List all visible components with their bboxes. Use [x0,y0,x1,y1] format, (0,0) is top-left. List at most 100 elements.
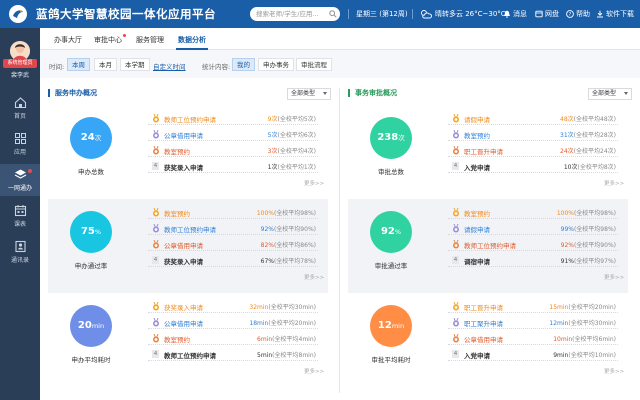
sidebar-item-label: 首页 [13,113,26,120]
download-button[interactable]: 软件下载 [596,9,634,19]
logo[interactable] [8,4,28,24]
ranking-row[interactable]: 公章借用申请 82%(全校平均86%) [148,237,318,251]
item-count: 5min [257,352,273,359]
sidebar-item-home[interactable]: 首页 [0,92,40,124]
ranking-row[interactable]: 请假申请 99%(全校平均98%) [448,221,618,235]
divider [412,9,413,19]
search-input[interactable]: 搜索老师/学生/应用... [250,7,340,21]
tab-data-analysis[interactable]: 数据分析 [176,35,208,50]
item-value: 5次(全校平均6次) [268,130,316,139]
dashboard-panel: 服务申办概况 全部类型 事务审批概况 全部类型 24次 申办总数 教师工位预约申请 9… [40,78,640,400]
item-name: 请假申请 [464,226,490,234]
ranking-row[interactable]: 教师工位预约申请 9次(全校平均5次) [148,111,318,125]
sidebar-item-label: 课表 [13,221,26,228]
stat-value: 75 [80,226,95,237]
more-link[interactable]: 更多>> [304,273,324,281]
ranking-row[interactable]: 4 入党申请 10次(全校平均8次) [448,159,618,173]
item-value: 67%(全校平均78%) [261,256,316,265]
stat-unit: 次 [398,134,405,142]
ranking-row[interactable]: 公章借用申请 10min(全校平均6min) [448,331,618,345]
ranking-row[interactable]: 教室预约 3次(全校平均4次) [148,143,318,157]
item-name: 公章借用申请 [164,320,203,328]
stat-value: 20 [77,320,92,331]
item-count: 91% [560,258,574,265]
ranking-row[interactable]: 职工聚升申请 12min(全校平均30min) [448,315,618,329]
item-count: 9min [553,352,569,359]
tab-service-management[interactable]: 服务管理 [136,35,164,45]
filter-this-week[interactable]: 本周 [67,58,90,71]
ranking-row[interactable]: 职工晋升申请 24次(全校平均24次) [448,143,618,157]
ranking-row[interactable]: 公章借用申请 5次(全校平均6次) [148,127,318,141]
more-link[interactable]: 更多>> [304,179,324,187]
item-name: 教室预约 [464,210,490,218]
avatar[interactable] [10,41,30,61]
tab-bar: 办事大厅 审批中心 服务管理 数据分析 [40,28,640,50]
search-icon[interactable] [329,10,337,18]
item-count: 48次 [560,116,574,123]
right-type-select[interactable]: 全部类型 [588,88,632,100]
home-icon [14,97,26,109]
ranking-row[interactable]: 获奖录入申请 32min(全校平均30min) [148,299,318,313]
rank-four-badge: 4 [452,256,459,264]
school-average: (全校平均10min) [568,352,616,359]
sidebar-item-schedule[interactable]: 课表 [0,200,40,232]
bronze-medal-icon [152,145,160,155]
sidebar-item-apps[interactable]: 应用 [0,128,40,160]
school-average: (全校平均24次) [573,148,616,155]
more-link[interactable]: 更多>> [604,179,624,187]
item-name: 入党申请 [464,352,490,360]
item-name: 获奖录入申请 [164,258,203,266]
left-stat-block: 75% 申办通过率 教室预约 100%(全校平均98%) 教师工位预约申请 92%(全校平… [48,199,328,293]
item-count: 15min [549,304,569,311]
sidebar-item-one-stop[interactable]: 一网通办 [0,164,40,196]
item-value: 48次(全校平均48次) [560,114,616,123]
school-average: (全校平均6min) [572,336,616,343]
ranking-row[interactable]: 职工晋升申请 15min(全校平均20min) [448,299,618,313]
ranking-row[interactable]: 4 获奖录入申请 67%(全校平均78%) [148,253,318,267]
item-name: 公章借用申请 [164,242,203,250]
stat-unit: % [394,228,402,236]
ranking-row[interactable]: 教室预约 31次(全校平均28次) [448,127,618,141]
item-value: 10min(全校平均6min) [553,334,616,343]
item-value: 5min(全校平均8min) [257,350,316,359]
ranking-row[interactable]: 教室预约 6min(全校平均4min) [148,331,318,345]
left-type-select[interactable]: 全部类型 [287,88,331,100]
ranking-row[interactable]: 4 调宿申请 91%(全校平均97%) [448,253,618,267]
ranking-row[interactable]: 请假申请 48次(全校平均48次) [448,111,618,125]
ranking-row[interactable]: 4 获奖录入申请 1次(全校平均1次) [148,159,318,173]
filter-this-month[interactable]: 本月 [94,58,117,71]
item-count: 82% [260,242,274,249]
stat-label: 审批平均耗时 [371,356,411,364]
item-name: 获奖录入申请 [164,164,203,172]
app-title: 蓝鸽大学智慧校园一体化应用平台 [36,7,216,21]
filter-applications[interactable]: 申办事务 [258,58,294,71]
item-value: 24次(全校平均24次) [560,146,616,155]
tab-service-hall[interactable]: 办事大厅 [54,35,82,45]
ranking-row[interactable]: 教师工位预约申请 92%(全校平均90%) [448,237,618,251]
tab-approval-center[interactable]: 审批中心 [94,34,126,45]
silver-medal-icon [152,317,160,327]
custom-time-link[interactable]: 自定义时间 [153,61,186,71]
more-link[interactable]: 更多>> [304,367,324,375]
school-average: (全校平均8次) [577,164,617,171]
school-average: (全校平均1次) [277,164,317,171]
ranking-row[interactable]: 教师工位预约申请 92%(全校平均90%) [148,221,318,235]
item-count: 9次 [267,116,278,123]
more-link[interactable]: 更多>> [604,367,624,375]
ranking-row[interactable]: 公章借用申请 18min(全校平均20min) [148,315,318,329]
ranking-row[interactable]: 教室预约 100%(全校平均98%) [448,205,618,219]
filter-approval-flows[interactable]: 审批流程 [296,58,332,71]
messages-button[interactable]: 消息 [503,9,527,19]
cloud-drive-button[interactable]: 网盘 [535,9,559,19]
top-bar: 蓝鸽大学智慧校园一体化应用平台 搜索老师/学生/应用... 星期三 (第12周)… [0,0,640,28]
filter-mine[interactable]: 我的 [232,58,255,71]
sidebar-item-contacts[interactable]: 通讯录 [0,236,40,268]
help-button[interactable]: ? 帮助 [566,9,590,19]
ranking-row[interactable]: 4 教师工位预约申请 5min(全校平均8min) [148,347,318,361]
ranking-row[interactable]: 教室预约 100%(全校平均98%) [148,205,318,219]
item-count: 100% [556,210,574,217]
more-link[interactable]: 更多>> [604,273,624,281]
filter-this-semester[interactable]: 本学期 [120,58,150,71]
ranking-row[interactable]: 4 入党申请 9min(全校平均10min) [448,347,618,361]
divider [348,9,349,19]
